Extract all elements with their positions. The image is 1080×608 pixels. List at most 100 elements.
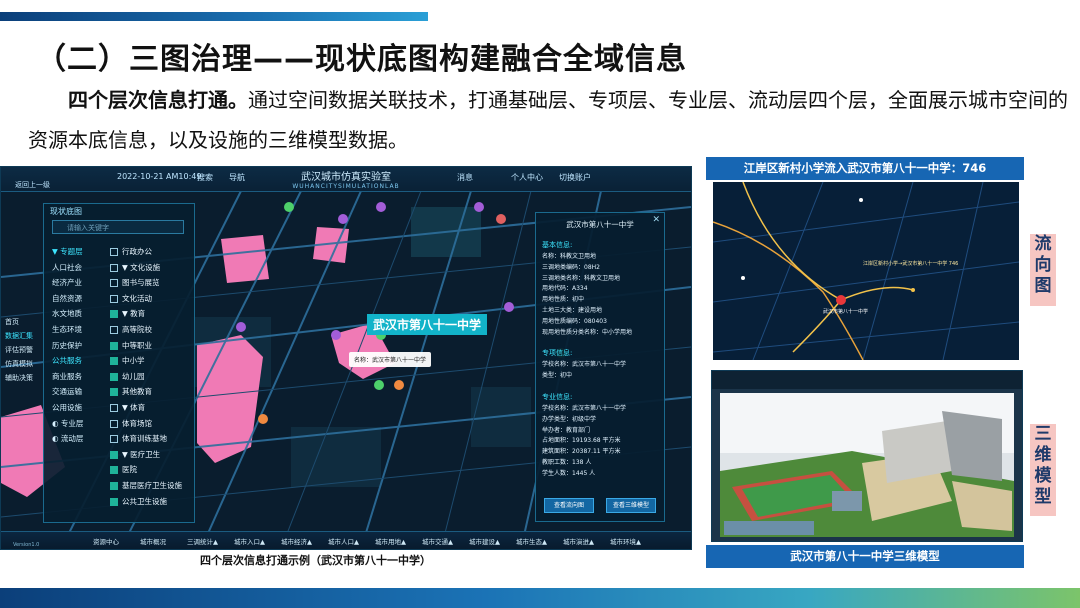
info-row: 现用地性质分类名称：中小学用地	[542, 328, 633, 336]
bottom-nav-item[interactable]: 城市经济▲	[281, 536, 312, 546]
info-row: 名称：科教文卫用地	[542, 253, 597, 260]
layer-search-input[interactable]: 请输入关键字	[52, 220, 184, 234]
info-row: 建筑面积：20387.11 平方米	[542, 448, 621, 456]
info-row: 办学类型：初级中学	[542, 415, 597, 423]
layer-category[interactable]: 自然资源	[52, 291, 102, 307]
info-row: 学校名称：武汉市第八十一中学	[542, 404, 627, 412]
left-caption: 四个层次信息打通示例（武汉市第八十一中学）	[200, 554, 431, 567]
layer-item-checkbox[interactable]: 高等院校	[110, 322, 182, 338]
model-title-tag: 武汉市第八十一中学三维模型	[706, 545, 1024, 568]
date-time: 2022-10-21 AM10:49	[117, 172, 202, 181]
info-row: 三调地类名称：科教文卫用地	[542, 274, 621, 282]
info-section-professional: 专业信息:	[542, 392, 573, 401]
layer-item-checkbox[interactable]: 中等职业	[110, 338, 182, 354]
layer-category[interactable]: ◐ 流动层	[52, 431, 102, 447]
layer-item-checkbox[interactable]: 医院	[110, 462, 182, 478]
layer-item-checkbox[interactable]: 中小学	[110, 353, 182, 369]
model-3d-view	[711, 370, 1023, 542]
layer-category[interactable]: 历史保护	[52, 338, 102, 354]
close-icon[interactable]: ✕	[652, 215, 660, 225]
info-row: 学校名称：武汉市第八十一中学	[542, 361, 627, 369]
bottom-nav: 资源中心 城市概况 三调统计▲ 城市入口▲ 城市经济▲ 城市人口▲ 城市用地▲ 城市交通▲ 城市…	[1, 531, 691, 549]
intro-paragraph: 四个层次信息打通。通过空间数据关联技术，打通基础层、专项层、专业层、流动层四个层…	[28, 80, 1068, 160]
layer-category[interactable]: 人口社会	[52, 260, 102, 276]
info-row: 类型：初中	[542, 372, 573, 380]
top-accent-bar	[0, 12, 428, 21]
layer-panel: 现状底图 请输入关键字 ▼ 专题层 人口社会 经济产业 自然资源 水文地质 生态环境 历史保…	[43, 203, 195, 523]
switch-account-button[interactable]: 切换账户	[559, 172, 591, 183]
layer-category[interactable]: 水文地质	[52, 306, 102, 322]
flow-map: 武汉市第八十一中学 江岸区新村小学→武汉市第八十一中学 746	[713, 182, 1019, 360]
search-button[interactable]: 搜索	[197, 172, 213, 183]
sidenav-item[interactable]: 评估预警	[1, 343, 39, 357]
layer-item-checkbox[interactable]: ▼ 教育	[110, 306, 182, 322]
bottom-nav-item[interactable]: 城市生态▲	[516, 536, 547, 546]
sidenav-item[interactable]: 首页	[1, 315, 39, 329]
info-row: 用地性质：初中	[542, 296, 585, 304]
sidenav-item[interactable]: 辅助决策	[1, 371, 39, 385]
message-button[interactable]: 消息	[457, 172, 473, 183]
info-panel-title: 武汉市第八十一中学	[566, 220, 634, 229]
layer-item-checkbox[interactable]: 行政办公	[110, 244, 182, 260]
layer-category[interactable]: ◐ 专业层	[52, 416, 102, 432]
side-nav: 首页 数据汇集 评估预警 仿真模拟 辅助决策	[1, 315, 39, 385]
layer-category[interactable]: 经济产业	[52, 275, 102, 291]
layer-category[interactable]: ▼ 专题层	[52, 244, 102, 260]
info-row: 学生人数：1445 人	[542, 469, 596, 477]
layer-item-checkbox[interactable]: ▼ 文化设施	[110, 260, 182, 276]
bottom-nav-item[interactable]: 城市人口▲	[328, 536, 359, 546]
layer-category-list: ▼ 专题层 人口社会 经济产业 自然资源 水文地质 生态环境 历史保护 公共服务 商业服务 交通运…	[52, 244, 102, 447]
flow-map-graphic	[713, 182, 1019, 360]
info-row: 举办者：教育部门	[542, 426, 591, 434]
bottom-nav-item[interactable]: 城市用地▲	[375, 536, 406, 546]
layer-item-checkbox[interactable]: 体育场馆	[110, 416, 182, 432]
bottom-nav-item[interactable]: 城市入口▲	[234, 536, 265, 546]
flow-vertical-tag: 流向图	[1030, 234, 1056, 306]
layer-category[interactable]: 交通运输	[52, 384, 102, 400]
layer-item-checkbox[interactable]: 幼儿园	[110, 369, 182, 385]
layer-category[interactable]: 公共服务	[52, 353, 102, 369]
view-flow-button[interactable]: 查看流向图	[544, 498, 594, 513]
bottom-nav-item[interactable]: 资源中心	[93, 536, 119, 546]
view-3d-button[interactable]: 查看三维模型	[606, 498, 656, 513]
map-school-label[interactable]: 武汉市第八十一中学	[367, 314, 488, 335]
layer-item-list: 行政办公 ▼ 文化设施 图书与展览 文化活动 ▼ 教育 高等院校 中等职业 中小学 幼儿园 其他教…	[110, 244, 182, 509]
map-popup-bubble: 名称：武汉市第八十一中学	[349, 352, 432, 367]
layer-category[interactable]: 商业服务	[52, 369, 102, 385]
user-center-button[interactable]: 个人中心	[511, 172, 543, 183]
info-row: 用地代码：A334	[542, 285, 588, 293]
layer-item-checkbox[interactable]: 图书与展览	[110, 275, 182, 291]
layer-item-checkbox[interactable]: 基层医疗卫生设施	[110, 478, 182, 494]
layer-category[interactable]: 公用设施	[52, 400, 102, 416]
sidenav-item[interactable]: 仿真模拟	[1, 357, 39, 371]
info-section-basic: 基本信息:	[542, 241, 573, 249]
layer-item-checkbox[interactable]: ▼ 体育	[110, 400, 182, 416]
layer-item-checkbox[interactable]: 体育训练基地	[110, 431, 182, 447]
layer-item-checkbox[interactable]: 文化活动	[110, 291, 182, 307]
info-row: 用地性质编码：080403	[542, 317, 607, 325]
slide-title: （二）三图治理——现状底图构建融合全域信息	[36, 42, 687, 77]
app-header: 返回上一级 2022-10-21 AM10:49 搜索 导航 武汉城市仿真实验室…	[1, 167, 691, 192]
back-button[interactable]: 返回上一级	[15, 180, 50, 190]
bottom-nav-item[interactable]: 城市建设▲	[469, 536, 500, 546]
info-panel: ✕ 武汉市第八十一中学 基本信息: 名称：科教文卫用地 三调地类编码：08H2 三调…	[535, 212, 665, 522]
bottom-nav-item[interactable]: 城市演进▲	[563, 536, 594, 546]
info-section-special: 专项信息:	[542, 349, 573, 358]
sidenav-item[interactable]: 数据汇集	[1, 329, 39, 343]
bottom-nav-item[interactable]: 城市环境▲	[610, 536, 641, 546]
layer-item-checkbox[interactable]: 公共卫生设施	[110, 494, 182, 510]
model-vertical-tag: 三维模型	[1030, 424, 1056, 516]
app-title: 武汉城市仿真实验室 WUHANCITYSIMULATIONLAB	[292, 172, 400, 190]
guide-button[interactable]: 导航	[229, 172, 245, 183]
layer-item-checkbox[interactable]: 其他教育	[110, 384, 182, 400]
bottom-nav-item[interactable]: 城市交通▲	[422, 536, 453, 546]
layer-item-checkbox[interactable]: ▼ 医疗卫生	[110, 447, 182, 463]
layer-category[interactable]: 生态环境	[52, 322, 102, 338]
bottom-nav-item[interactable]: 三调统计▲	[187, 536, 218, 546]
intro-lead: 四个层次信息打通。	[68, 88, 248, 112]
info-row: 三调地类编码：08H2	[542, 263, 600, 271]
layer-panel-title: 现状底图	[50, 207, 82, 216]
bottom-accent-bar	[0, 588, 1080, 608]
flow-title-tag: 江岸区新村小学流入武汉市第八十一中学：746	[706, 157, 1024, 180]
bottom-nav-item[interactable]: 城市概况	[140, 536, 166, 546]
